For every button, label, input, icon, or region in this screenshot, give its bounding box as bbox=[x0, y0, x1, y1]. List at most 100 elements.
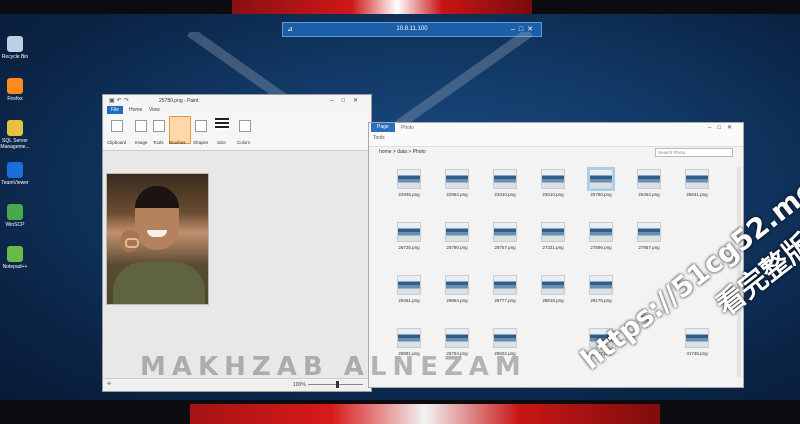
image-file-icon bbox=[637, 169, 661, 189]
file-item[interactable]: 26757.png bbox=[485, 222, 525, 250]
shapes-icon[interactable] bbox=[195, 120, 207, 132]
video-banner-bottom bbox=[190, 404, 660, 424]
file-manager-window[interactable]: Page Photo –□✕ Tools home > data > Photo… bbox=[368, 122, 744, 388]
fm-titlebar[interactable]: Page Photo –□✕ bbox=[369, 123, 743, 132]
file-name: 22945.png bbox=[398, 192, 420, 197]
tab-file[interactable]: File bbox=[107, 106, 124, 114]
file-item[interactable]: 22945.png bbox=[389, 169, 429, 197]
file-item[interactable]: 27896.png bbox=[581, 222, 621, 250]
quick-access-icons[interactable]: ▣↶↷ bbox=[109, 97, 131, 104]
file-item[interactable]: 29175.png bbox=[581, 275, 621, 303]
desktop-icon-label: Firefox bbox=[7, 96, 23, 102]
file-name: 28864.png bbox=[446, 298, 468, 303]
video-frame-bottom bbox=[0, 400, 800, 424]
file-item[interactable]: 31745.png bbox=[677, 328, 717, 356]
image-file-icon bbox=[685, 328, 709, 348]
desktop-icon-label: Notepad++ bbox=[2, 264, 28, 270]
ribbon-colors: Colors bbox=[237, 140, 251, 145]
sql-server-icon bbox=[7, 120, 23, 136]
clipboard-icon[interactable] bbox=[111, 120, 123, 132]
desktop-icon-label: Recycle Bin bbox=[1, 54, 29, 60]
tab-home[interactable]: Home bbox=[129, 107, 142, 113]
recycle-bin-icon bbox=[7, 36, 23, 52]
ribbon-size: Size bbox=[217, 140, 226, 145]
file-item[interactable]: 22962.png bbox=[437, 169, 477, 197]
fm-ribbon-label[interactable]: Tools bbox=[373, 135, 385, 141]
video-banner-top bbox=[232, 0, 532, 14]
image-file-icon bbox=[589, 222, 613, 242]
paint-ribbon: Clipboard Image Tools Brushes Shapes Siz… bbox=[103, 114, 371, 151]
watermark-brand: MAKHZAB ALNEZAM bbox=[140, 352, 527, 382]
ribbon-shapes: Shapes bbox=[193, 140, 209, 145]
fm-tab-other[interactable]: Photo bbox=[401, 125, 414, 131]
file-item[interactable]: 27957.png bbox=[629, 222, 669, 250]
image-file-icon bbox=[493, 328, 517, 348]
image-file-icon bbox=[541, 222, 565, 242]
ribbon-brushes: Brushes bbox=[169, 140, 186, 145]
paint-window-controls[interactable]: –□✕ bbox=[330, 97, 366, 104]
teamviewer-icon bbox=[7, 162, 23, 178]
file-item[interactable]: 28777.png bbox=[485, 275, 525, 303]
tools-icon[interactable] bbox=[153, 120, 165, 132]
image-file-icon bbox=[637, 222, 661, 242]
image-file-icon bbox=[397, 275, 421, 295]
file-item[interactable]: 28818.png bbox=[533, 275, 573, 303]
image-file-icon bbox=[445, 328, 469, 348]
paint-titlebar[interactable]: ▣↶↷ 25780.png - Paint –□✕ bbox=[103, 95, 371, 106]
file-name: 26725.png bbox=[398, 245, 420, 250]
desktop-icon[interactable]: TeamViewer bbox=[0, 162, 30, 186]
winscp-icon bbox=[7, 204, 23, 220]
paint-window[interactable]: ▣↶↷ 25780.png - Paint –□✕ File Home View… bbox=[102, 94, 372, 392]
file-item[interactable]: 23310.png bbox=[485, 169, 525, 197]
image-file-icon bbox=[397, 222, 421, 242]
image-file-icon bbox=[445, 169, 469, 189]
search-input[interactable]: Search Photo bbox=[655, 148, 733, 157]
file-name: 29461.png bbox=[398, 298, 420, 303]
image-icon[interactable] bbox=[135, 120, 147, 132]
zoom-slider-knob[interactable] bbox=[336, 381, 339, 388]
ribbon-tools: Tools bbox=[153, 140, 164, 145]
fm-tab-active[interactable]: Page bbox=[371, 123, 395, 132]
desktop-icon[interactable]: SQL Server Manageme... bbox=[0, 120, 30, 150]
file-item[interactable]: 29461.png bbox=[389, 275, 429, 303]
image-file-icon bbox=[493, 275, 517, 295]
ribbon-image: Image bbox=[135, 140, 148, 145]
file-name: 22962.png bbox=[446, 192, 468, 197]
firefox-icon bbox=[7, 78, 23, 94]
file-item[interactable]: 26725.png bbox=[389, 222, 429, 250]
size-lines-icon[interactable] bbox=[215, 118, 229, 130]
tab-view[interactable]: View bbox=[149, 107, 160, 113]
file-item[interactable]: 25780.png bbox=[581, 167, 621, 197]
fm-ribbon: Tools bbox=[369, 132, 743, 147]
fm-window-controls[interactable]: –□✕ bbox=[708, 124, 738, 131]
desktop-icon[interactable]: WinSCP bbox=[0, 204, 30, 228]
image-file-icon bbox=[589, 275, 613, 295]
desktop-icon[interactable]: Firefox bbox=[0, 78, 30, 102]
remote-connection-bar[interactable]: ⊿ 10.8.11.100 –□✕ bbox=[282, 22, 542, 37]
file-name: 28777.png bbox=[494, 298, 516, 303]
file-item[interactable]: 23510.png bbox=[533, 169, 573, 197]
file-name: 27896.png bbox=[590, 245, 612, 250]
file-name: 26757.png bbox=[494, 245, 516, 250]
file-name: 26780.png bbox=[446, 245, 468, 250]
notepadpp-icon bbox=[7, 246, 23, 262]
breadcrumb[interactable]: home > data > Photo bbox=[379, 149, 426, 155]
file-item[interactable]: 25641.png bbox=[677, 169, 717, 197]
file-item[interactable]: 28864.png bbox=[437, 275, 477, 303]
desktop-icon[interactable]: Notepad++ bbox=[0, 246, 30, 270]
file-item[interactable]: 27221.png bbox=[533, 222, 573, 250]
paint-canvas-image[interactable] bbox=[106, 173, 209, 305]
window-controls[interactable]: –□✕ bbox=[511, 25, 537, 33]
desktop-icon[interactable]: Recycle Bin bbox=[0, 36, 30, 60]
paint-title: 25780.png - Paint bbox=[159, 98, 199, 104]
file-item[interactable]: 26452.png bbox=[629, 169, 669, 197]
paint-tabs: File Home View bbox=[103, 106, 371, 114]
desktop-icon-label: SQL Server Manageme... bbox=[0, 138, 30, 150]
file-name: 29175.png bbox=[590, 298, 612, 303]
image-file-icon bbox=[397, 169, 421, 189]
file-item[interactable]: 26780.png bbox=[437, 222, 477, 250]
file-name: 23510.png bbox=[542, 192, 564, 197]
image-file-icon bbox=[587, 167, 615, 191]
colors-icon[interactable] bbox=[239, 120, 251, 132]
image-file-icon bbox=[493, 222, 517, 242]
